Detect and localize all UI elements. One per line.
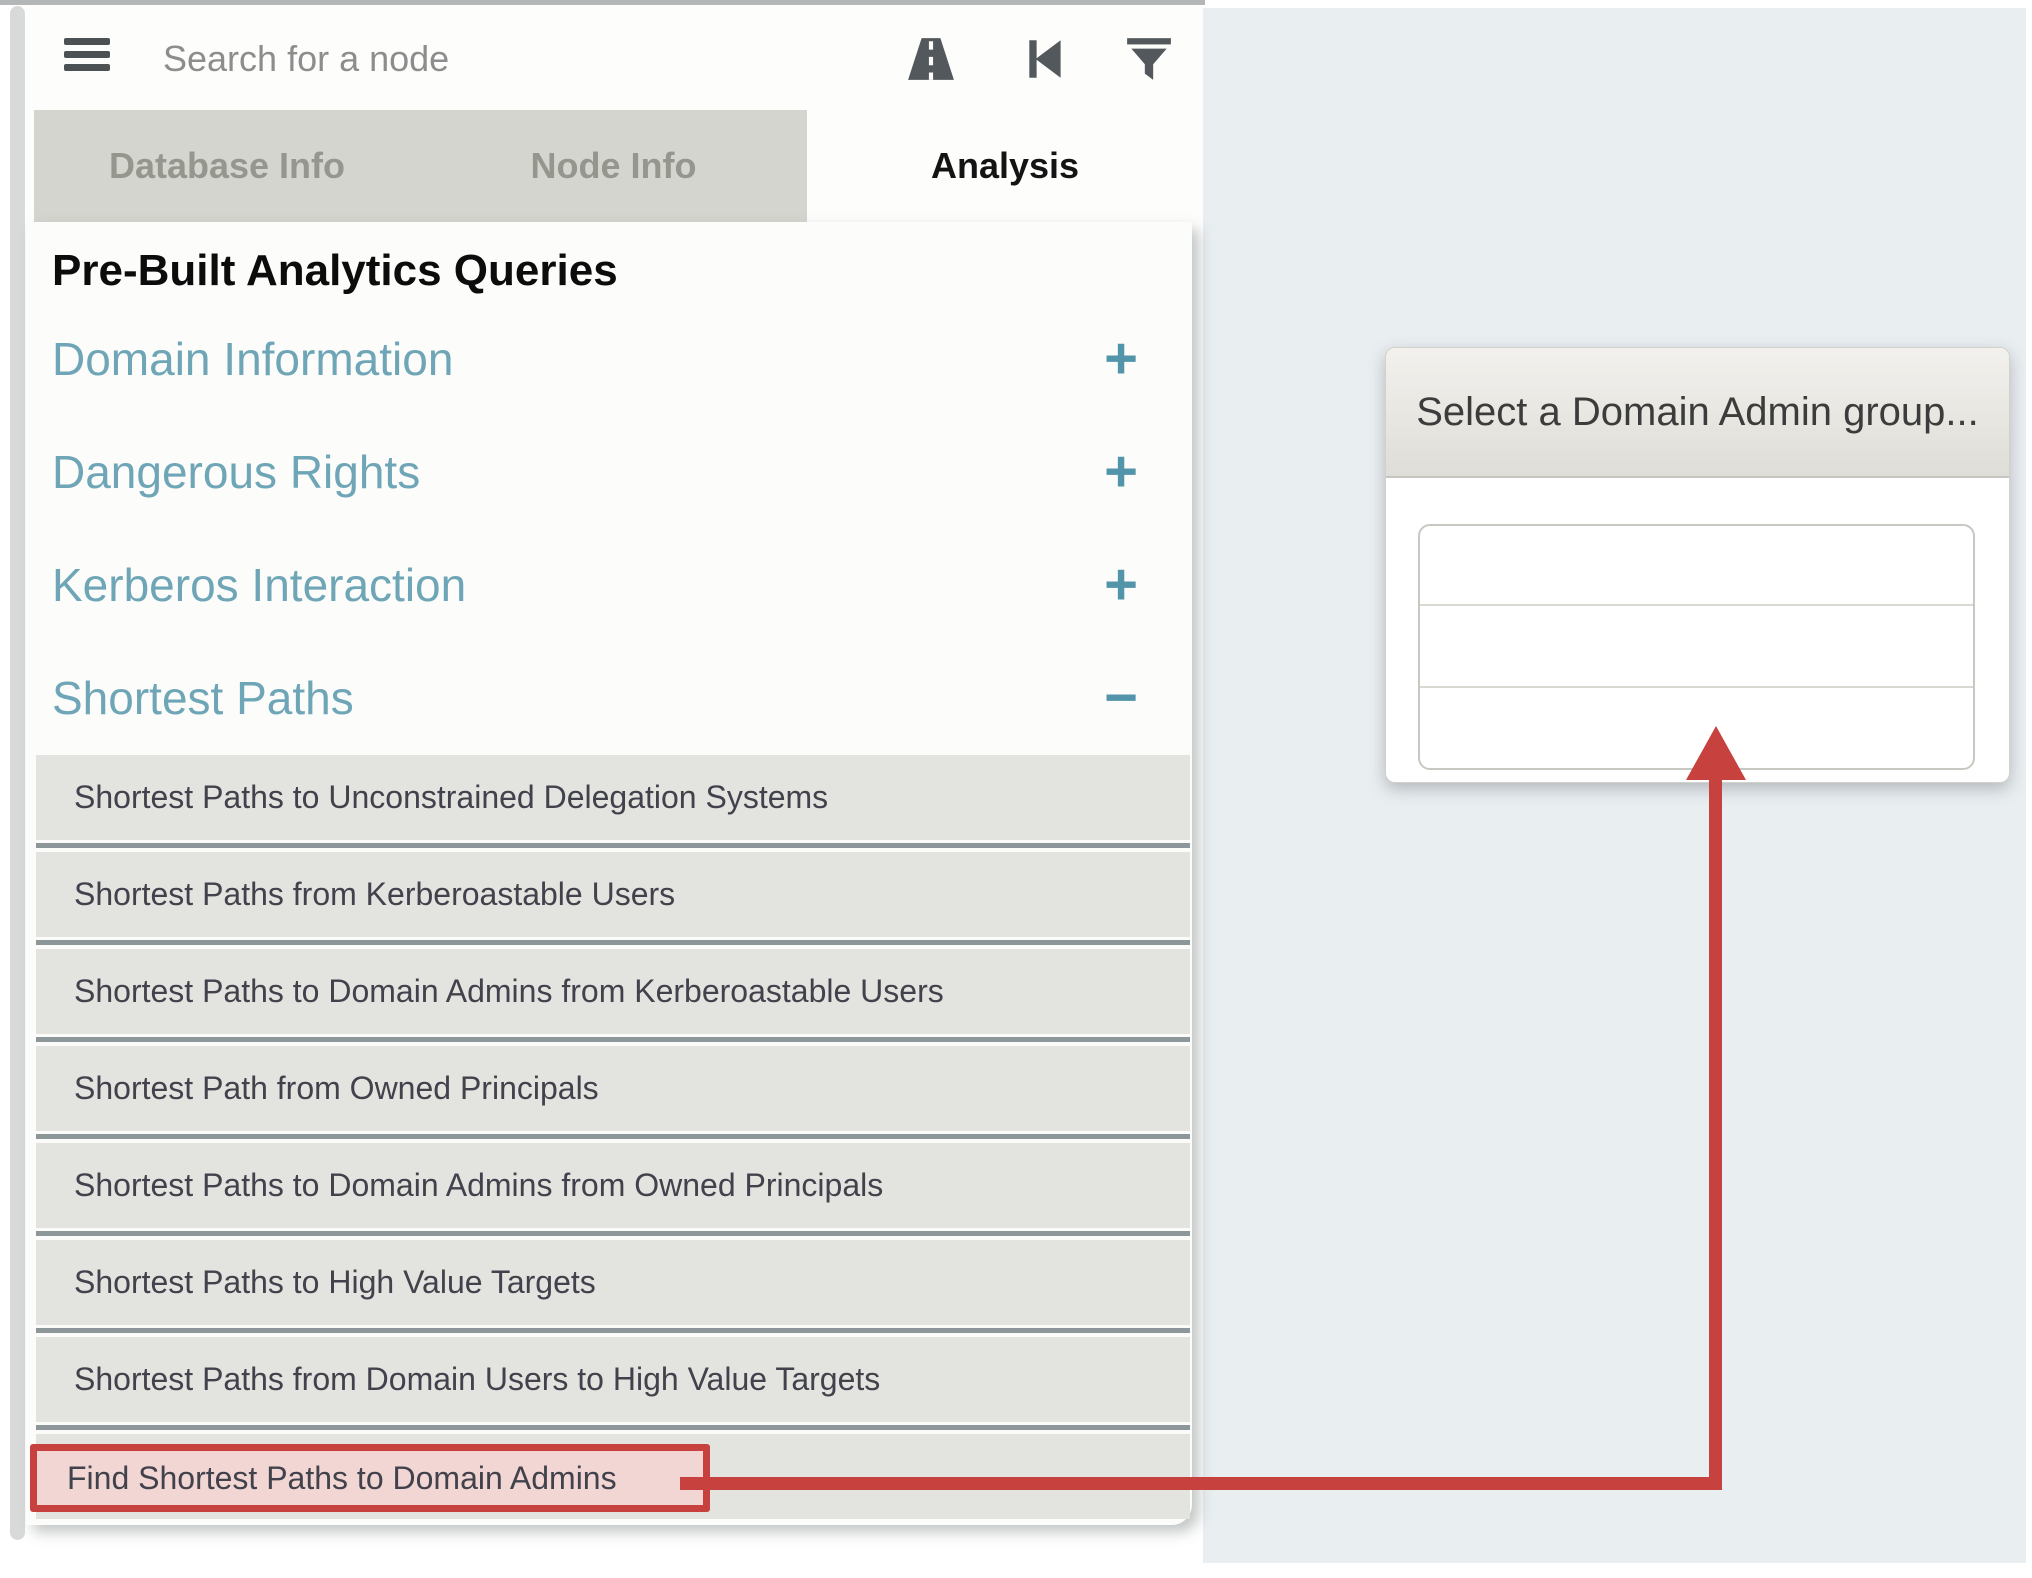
annotation-arrow-horizontal xyxy=(680,1477,1722,1490)
query-item[interactable]: Shortest Path from Owned Principals xyxy=(36,1046,1190,1131)
domain-admin-group-popup: Select a Domain Admin group... xyxy=(1385,347,2010,783)
query-list: Shortest Paths to Unconstrained Delegati… xyxy=(36,755,1190,1519)
tab-database-info[interactable]: Database Info xyxy=(34,110,420,222)
top-search-bar xyxy=(26,5,1203,110)
step-backward-icon[interactable] xyxy=(1021,35,1071,83)
section-label: Kerberos Interaction xyxy=(52,558,466,612)
annotation-arrow-vertical xyxy=(1709,776,1722,1490)
pathfinding-road-icon[interactable] xyxy=(906,35,956,83)
analysis-panel: Pre-Built Analytics Queries Domain Infor… xyxy=(26,222,1192,1525)
row-divider xyxy=(36,1422,1190,1434)
group-option-empty[interactable] xyxy=(1420,526,1973,604)
query-item-highlighted[interactable]: Find Shortest Paths to Domain Admins xyxy=(30,1444,710,1512)
search-input[interactable] xyxy=(161,23,725,95)
section-kerberos-interaction[interactable]: Kerberos Interaction + xyxy=(52,528,1156,641)
row-divider xyxy=(36,1228,1190,1240)
query-item[interactable]: Shortest Paths from Domain Users to High… xyxy=(36,1337,1190,1422)
annotation-arrow-head-icon xyxy=(1686,726,1746,780)
query-item[interactable]: Shortest Paths from Kerberoastable Users xyxy=(36,852,1190,937)
bloodhound-app: Database Info Node Info Analysis Pre-Bui… xyxy=(0,0,2032,1578)
collapse-minus-icon[interactable]: − xyxy=(1086,669,1156,727)
section-shortest-paths[interactable]: Shortest Paths − xyxy=(52,641,1156,754)
query-item[interactable]: Shortest Paths to Domain Admins from Ker… xyxy=(36,949,1190,1034)
row-divider xyxy=(36,1325,1190,1337)
section-label: Shortest Paths xyxy=(52,671,354,725)
expand-plus-icon[interactable]: + xyxy=(1086,330,1156,388)
expand-plus-icon[interactable]: + xyxy=(1086,443,1156,501)
window-left-edge xyxy=(10,6,25,1540)
query-item[interactable]: Shortest Paths to High Value Targets xyxy=(36,1240,1190,1325)
row-divider xyxy=(36,1131,1190,1143)
row-divider xyxy=(36,840,1190,852)
expand-plus-icon[interactable]: + xyxy=(1086,556,1156,614)
section-domain-information[interactable]: Domain Information + xyxy=(52,302,1156,415)
filter-icon[interactable] xyxy=(1124,35,1174,83)
group-option-empty[interactable] xyxy=(1420,604,1973,686)
section-label: Dangerous Rights xyxy=(52,445,420,499)
tab-analysis[interactable]: Analysis xyxy=(807,110,1203,222)
section-dangerous-rights[interactable]: Dangerous Rights + xyxy=(52,415,1156,528)
popup-title: Select a Domain Admin group... xyxy=(1386,348,2009,478)
tab-node-info[interactable]: Node Info xyxy=(420,110,807,222)
graph-workspace-background xyxy=(1203,8,2026,1563)
row-divider xyxy=(36,937,1190,949)
row-divider xyxy=(36,1034,1190,1046)
panel-heading: Pre-Built Analytics Queries xyxy=(52,246,618,296)
panel-tabs: Database Info Node Info Analysis xyxy=(26,110,1203,222)
section-label: Domain Information xyxy=(52,332,453,386)
query-item[interactable]: Shortest Paths to Unconstrained Delegati… xyxy=(36,755,1190,840)
query-sections: Domain Information + Dangerous Rights + … xyxy=(52,302,1156,754)
menu-hamburger-icon[interactable] xyxy=(64,38,110,77)
query-item[interactable]: Shortest Paths to Domain Admins from Own… xyxy=(36,1143,1190,1228)
